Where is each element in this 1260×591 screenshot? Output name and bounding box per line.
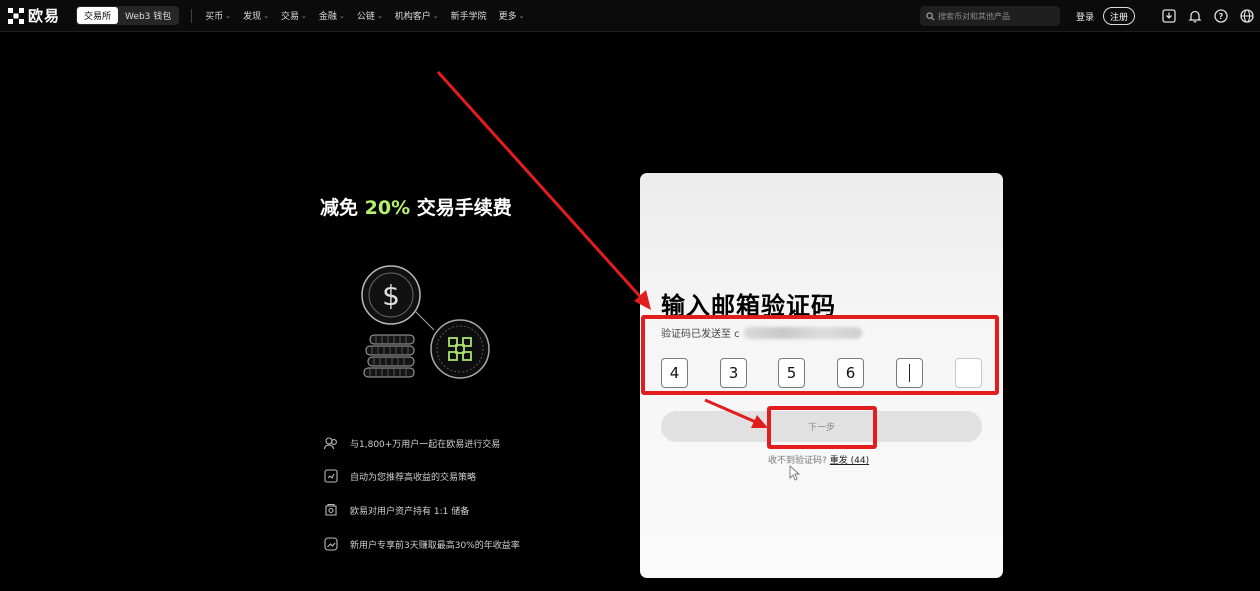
coins-illustration: $ [352, 255, 502, 385]
globe-icon[interactable] [1239, 8, 1255, 24]
next-button[interactable]: 下一步 [661, 411, 982, 442]
bell-icon[interactable] [1187, 8, 1203, 24]
code-digit-input[interactable] [955, 358, 982, 388]
code-digit-input[interactable]: 3 [720, 358, 747, 388]
tab-exchange[interactable]: 交易所 [77, 7, 119, 24]
feature-item: 与1,800+万用户一起在欧易进行交易 [322, 434, 500, 452]
nav-item-label: 更多 [498, 12, 517, 22]
code-digit-value: 4 [669, 364, 680, 382]
top-navigation-bar: 欧易 交易所 Web3 钱包 买币 ⌄ 发现 ⌄ 交易 ⌄ 金融 ⌄ 公链 ⌄ 机构客户 ⌄ 新手学院更… [0, 0, 1260, 32]
code-digit-value: 6 [845, 364, 856, 382]
promo-title-prefix: 减免 [320, 197, 365, 219]
chevron-down-icon: ⌄ [432, 11, 439, 20]
help-icon[interactable]: ? [1213, 8, 1229, 24]
chevron-down-icon: ⌄ [518, 11, 525, 20]
promo-title-suffix: 交易手续费 [410, 197, 512, 219]
nav-item[interactable]: 交易 ⌄ [281, 9, 307, 23]
nav-item[interactable]: 金融 ⌄ [318, 9, 345, 23]
svg-text:?: ? [1219, 12, 1224, 21]
login-link[interactable]: 登录 [1076, 10, 1094, 23]
nav-item-label: 买币 [205, 12, 224, 22]
logo[interactable]: 欧易 [8, 5, 60, 26]
nav-item-label: 发现 [243, 12, 262, 22]
code-digit-input[interactable] [896, 358, 923, 388]
code-sent-label: 验证码已发送至 c [661, 329, 740, 340]
verify-card: 输入邮箱验证码 验证码已发送至 c 4 3 5 6 下一步 收不到验证码? 重发 (44… [640, 173, 1003, 578]
chevron-down-icon: ⌄ [338, 11, 345, 20]
nav-item-label: 金融 [318, 12, 337, 22]
feature-item: 自动为您推荐高收益的交易策略 [322, 467, 476, 485]
nav-item[interactable]: 更多 ⌄ [498, 9, 525, 23]
search-icon [926, 11, 935, 20]
nav-item[interactable]: 买币 ⌄ [205, 9, 232, 23]
code-digit-value: 5 [786, 364, 797, 382]
nav-item[interactable]: 新手学院 [451, 9, 487, 22]
download-icon[interactable] [1161, 8, 1177, 24]
code-digit-input[interactable]: 5 [778, 358, 805, 388]
mouse-cursor-icon [789, 465, 800, 481]
strategy-icon [322, 467, 340, 485]
feature-text: 欧易对用户资产持有 1:1 储备 [350, 506, 470, 517]
search-input[interactable] [938, 11, 1058, 21]
reserve-icon [322, 501, 340, 519]
chevron-down-icon: ⌄ [225, 11, 232, 20]
okx-logo-icon [8, 7, 24, 24]
code-digit-input[interactable]: 4 [661, 358, 688, 388]
search-box[interactable] [920, 6, 1060, 26]
feature-text: 与1,800+万用户一起在欧易进行交易 [350, 439, 501, 450]
feature-item: 欧易对用户资产持有 1:1 储备 [322, 501, 469, 519]
earn-icon [322, 535, 340, 553]
nav-item-label: 机构客户 [394, 12, 431, 22]
resend-row: 收不到验证码? 重发 (44) [768, 453, 869, 466]
nav-item-label: 新手学院 [450, 12, 487, 22]
chevron-down-icon: ⌄ [301, 11, 307, 20]
chevron-down-icon: ⌄ [263, 11, 270, 20]
divider [191, 8, 193, 23]
resend-link[interactable]: 重发 (44) [830, 456, 869, 466]
main-nav: 买币 ⌄ 发现 ⌄ 交易 ⌄ 金融 ⌄ 公链 ⌄ 机构客户 ⌄ 新手学院 更多 ⌄ [205, 0, 536, 31]
users-icon [322, 434, 340, 452]
chevron-down-icon: ⌄ [376, 11, 383, 20]
text-caret [909, 364, 910, 382]
feature-text: 新用户专享前3天赚取最高30%的年收益率 [350, 540, 520, 551]
nav-item-label: 交易 [281, 12, 300, 22]
code-digit-input[interactable]: 6 [837, 358, 864, 388]
annotation-arrows [436, 70, 768, 428]
nav-item[interactable]: 公链 ⌄ [356, 9, 383, 23]
feature-text: 自动为您推荐高收益的交易策略 [350, 472, 477, 483]
nav-item[interactable]: 发现 ⌄ [243, 9, 270, 23]
code-digit-value: 3 [728, 364, 739, 382]
feature-item: 新用户专享前3天赚取最高30%的年收益率 [322, 535, 520, 553]
promo-title: 减免 20% 交易手续费 [320, 193, 512, 220]
tab-web3-wallet[interactable]: Web3 钱包 [118, 7, 178, 24]
svg-text:$: $ [382, 279, 400, 312]
register-button[interactable]: 注册 [1103, 7, 1135, 25]
nav-item-label: 公链 [356, 12, 375, 22]
nav-item[interactable]: 机构客户 ⌄ [394, 9, 439, 23]
verify-title: 输入邮箱验证码 [661, 292, 836, 320]
product-switch: 交易所 Web3 钱包 [76, 6, 180, 25]
promo-title-highlight: 20% [364, 197, 411, 219]
code-sent-text: 验证码已发送至 c [661, 325, 862, 340]
logo-text: 欧易 [28, 7, 61, 25]
masked-email [743, 326, 862, 339]
